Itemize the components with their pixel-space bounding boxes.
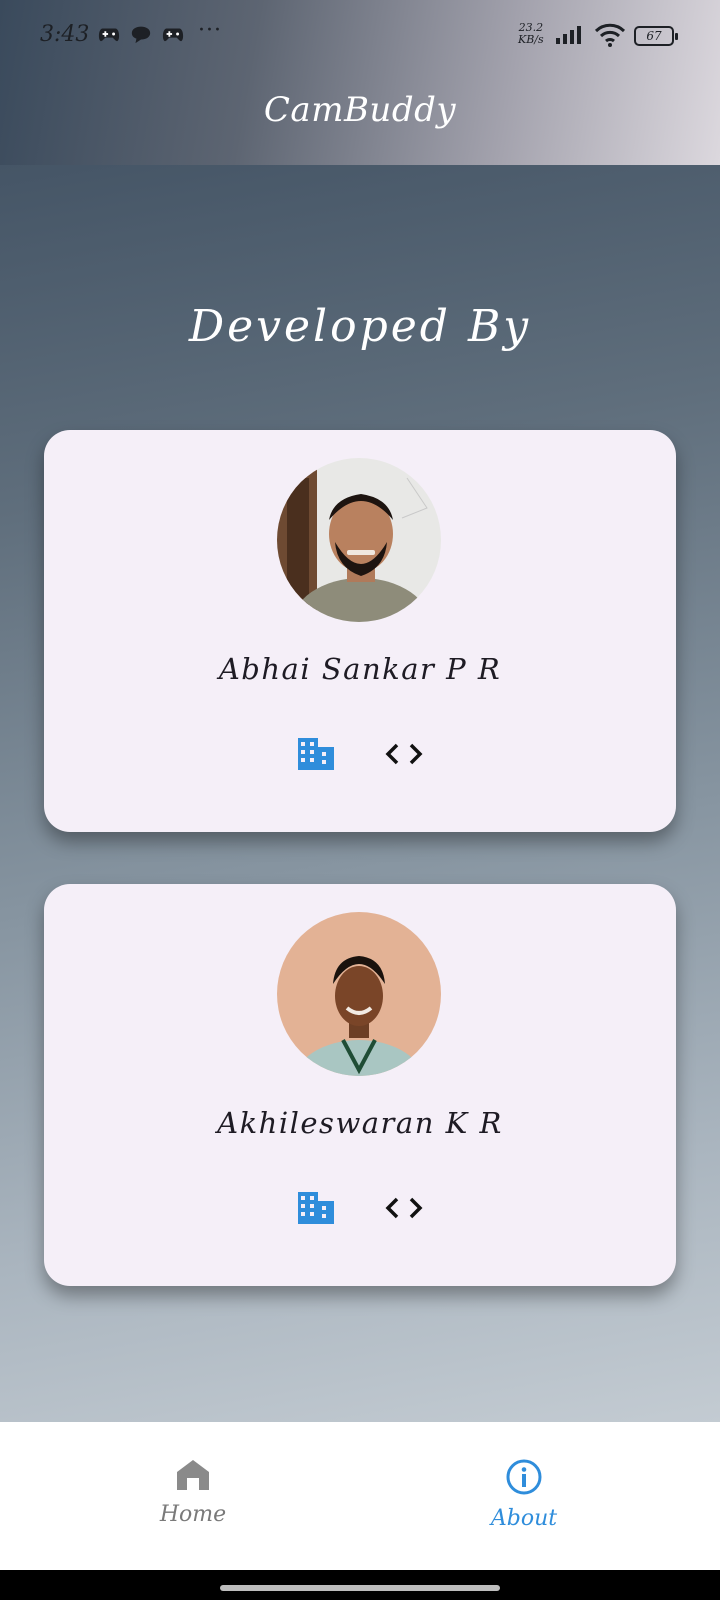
signal-icon — [556, 26, 581, 44]
developer-avatar — [277, 458, 441, 622]
top-app-bar: 3:43 ··· 23.2 KB/s 67 CamBuddy — [0, 0, 720, 165]
developer-avatar — [277, 912, 441, 1076]
developer-links — [44, 735, 676, 773]
developer-card: Abhai Sankar P R — [44, 430, 676, 832]
code-button[interactable] — [384, 735, 424, 773]
status-bar: 3:43 ··· 23.2 KB/s 67 — [0, 0, 720, 72]
nav-item-home[interactable]: Home — [133, 1458, 253, 1527]
battery-icon: 67 — [634, 26, 678, 46]
app-title: CamBuddy — [263, 90, 457, 130]
company-button[interactable] — [296, 1189, 336, 1227]
building-icon — [298, 1192, 334, 1224]
code-icon — [385, 1197, 423, 1219]
nav-item-about[interactable]: About — [464, 1458, 584, 1531]
developer-links — [44, 1189, 676, 1227]
game-controller-icon — [98, 28, 120, 42]
home-icon — [177, 1460, 209, 1490]
network-speed-unit: KB/s — [518, 33, 544, 46]
info-icon — [506, 1459, 542, 1495]
gesture-bar — [0, 1570, 720, 1600]
about-page: Developed By Abhai Sankar P R Akhileswar… — [0, 165, 720, 1422]
status-time: 3:43 — [40, 22, 90, 47]
developer-card: Akhileswaran K R — [44, 884, 676, 1286]
building-icon — [298, 738, 334, 770]
game-controller-icon — [162, 28, 184, 42]
more-notifications-icon: ··· — [198, 18, 222, 43]
page-heading: Developed By — [188, 301, 532, 352]
nav-about-label: About — [490, 1506, 558, 1531]
notification-icons — [98, 24, 184, 44]
code-button[interactable] — [384, 1189, 424, 1227]
network-speed: 23.2 KB/s — [518, 22, 544, 46]
developer-name: Abhai Sankar P R — [218, 652, 502, 686]
developer-name: Akhileswaran K R — [217, 1106, 503, 1140]
nav-home-label: Home — [159, 1502, 227, 1527]
home-gesture-handle[interactable] — [220, 1585, 500, 1591]
chat-bubble-icon — [131, 26, 151, 44]
code-icon — [385, 743, 423, 765]
company-button[interactable] — [296, 735, 336, 773]
wifi-icon — [594, 23, 626, 47]
bottom-navigation: Home About — [0, 1422, 720, 1570]
